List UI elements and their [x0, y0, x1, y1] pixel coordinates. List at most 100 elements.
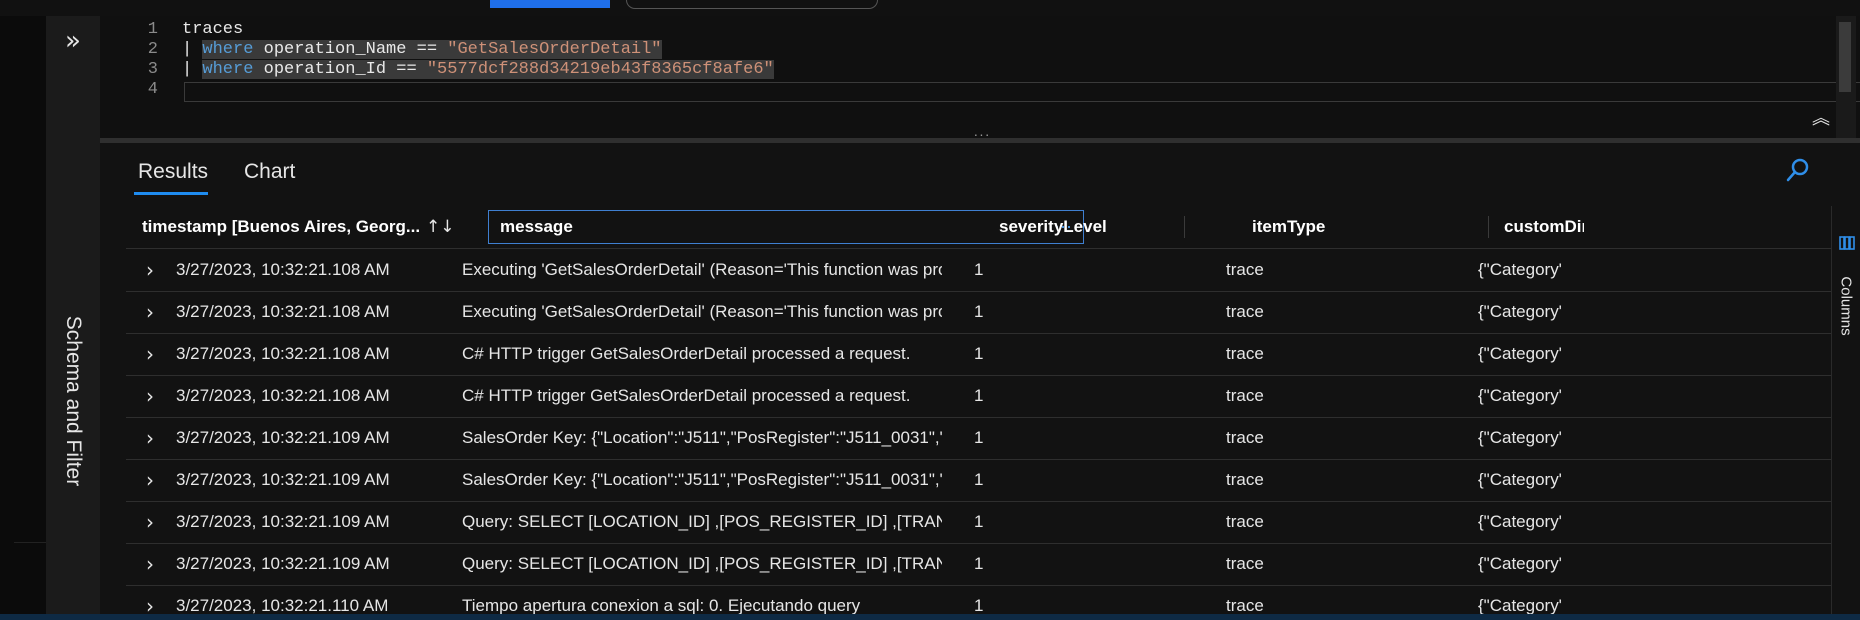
cell-severity[interactable]: 1 — [974, 333, 1094, 375]
code-text[interactable]: | where operation_Id == "5577dcf288d3421… — [182, 60, 774, 80]
expand-row-chevron-icon[interactable]: › — [146, 543, 154, 585]
cell-timestamp[interactable]: 3/27/2023, 10:32:21.109 AM — [176, 501, 436, 543]
cell-message[interactable]: C# HTTP trigger GetSalesOrderDetail proc… — [462, 375, 942, 417]
expand-row-chevron-icon[interactable]: › — [146, 249, 154, 291]
cell-customdimensions[interactable]: {"Category": — [1478, 459, 1562, 501]
cell-itemtype[interactable]: trace — [1226, 543, 1346, 585]
cell-timestamp[interactable]: 3/27/2023, 10:32:21.108 AM — [176, 291, 436, 333]
run-button[interactable] — [490, 0, 610, 8]
cell-itemtype[interactable]: trace — [1226, 291, 1346, 333]
column-header-message[interactable]: message — [500, 206, 800, 248]
cell-timestamp[interactable]: 3/27/2023, 10:32:21.108 AM — [176, 333, 436, 375]
cell-customdimensions[interactable]: {"Category": — [1478, 543, 1562, 585]
identifier-token: | — [182, 60, 203, 79]
expand-row-chevron-icon[interactable]: › — [146, 333, 154, 375]
table-header: timestamp [Buenos Aires, Georg... ↑↓ mes… — [126, 206, 1836, 249]
table-row[interactable]: › 3/27/2023, 10:32:21.109 AM Query: SELECT… — [126, 501, 1836, 544]
cell-severity[interactable]: 1 — [974, 291, 1094, 333]
cell-message[interactable]: SalesOrder Key: {"Location":"J511","PosR… — [462, 459, 942, 501]
code-text[interactable]: | where operation_Name == "GetSalesOrder… — [182, 40, 662, 60]
schema-filter-label[interactable]: Schema and Filter — [61, 316, 85, 486]
columns-panel[interactable]: Columns — [1831, 206, 1860, 620]
cell-severity[interactable]: 1 — [974, 417, 1094, 459]
columns-label[interactable]: Columns — [1838, 276, 1855, 335]
sort-icon[interactable]: ↑↓ — [426, 206, 455, 248]
cell-customdimensions[interactable]: {"Category": — [1478, 417, 1562, 459]
cell-customdimensions[interactable]: {"Category": — [1478, 249, 1562, 291]
cell-severity[interactable]: 1 — [974, 543, 1094, 585]
cell-timestamp[interactable]: 3/27/2023, 10:32:21.108 AM — [176, 375, 436, 417]
expand-row-chevron-icon[interactable]: › — [146, 459, 154, 501]
table-row[interactable]: › 3/27/2023, 10:32:21.109 AM Query: SELECT… — [126, 543, 1836, 586]
cell-itemtype[interactable]: trace — [1226, 417, 1346, 459]
keyword-token: where — [202, 60, 254, 79]
cell-itemtype[interactable]: trace — [1226, 501, 1346, 543]
cell-itemtype[interactable]: trace — [1226, 375, 1346, 417]
table-row[interactable]: › 3/27/2023, 10:32:21.108 AM Executing 'Ge… — [126, 249, 1836, 292]
search-icon[interactable] — [1784, 156, 1812, 184]
cell-timestamp[interactable]: 3/27/2023, 10:32:21.109 AM — [176, 459, 436, 501]
tab-chart[interactable]: Chart — [244, 152, 304, 192]
expand-row-chevron-icon[interactable]: › — [146, 417, 154, 459]
column-header-timestamp[interactable]: timestamp [Buenos Aires, Georg... — [142, 206, 422, 248]
identifier-token: | — [182, 40, 203, 59]
left-strip — [0, 16, 46, 620]
splitter-grip-icon[interactable]: ··· — [970, 127, 994, 141]
string-token: "5577dcf288d34219eb43f8365cf8afe6" — [426, 60, 774, 79]
cell-timestamp[interactable]: 3/27/2023, 10:32:21.108 AM — [176, 249, 436, 291]
cell-itemtype[interactable]: trace — [1226, 249, 1346, 291]
line-number: 2 — [147, 40, 158, 59]
double-chevron-right-icon[interactable]: » — [60, 28, 86, 54]
expand-row-chevron-icon[interactable]: › — [146, 501, 154, 543]
cell-severity[interactable]: 1 — [974, 459, 1094, 501]
column-divider[interactable] — [1488, 216, 1489, 238]
cell-severity[interactable]: 1 — [974, 249, 1094, 291]
table-row[interactable]: › 3/27/2023, 10:32:21.108 AM C# HTTP trigg… — [126, 375, 1836, 418]
bottom-status-strip — [0, 614, 1860, 620]
table-row[interactable]: › 3/27/2023, 10:32:21.108 AM Executing 'Ge… — [126, 291, 1836, 334]
editor-scrollbar-thumb[interactable] — [1839, 22, 1851, 92]
cell-customdimensions[interactable]: {"Category": — [1478, 501, 1562, 543]
cell-message[interactable]: SalesOrder Key: {"Location":"J511","PosR… — [462, 417, 942, 459]
identifier-token: operation_Name == — [253, 40, 448, 59]
column-header-customdimensions[interactable]: customDim — [1504, 206, 1584, 248]
cell-customdimensions[interactable]: {"Category": — [1478, 375, 1562, 417]
cell-itemtype[interactable]: trace — [1226, 459, 1346, 501]
cell-message[interactable]: C# HTTP trigger GetSalesOrderDetail proc… — [462, 333, 942, 375]
cell-timestamp[interactable]: 3/27/2023, 10:32:21.109 AM — [176, 417, 436, 459]
cell-itemtype[interactable]: trace — [1226, 333, 1346, 375]
tab-results[interactable]: Results — [134, 152, 208, 195]
cell-customdimensions[interactable]: {"Category": — [1478, 333, 1562, 375]
line-number: 4 — [147, 80, 158, 99]
schema-filter-panel[interactable]: » Schema and Filter — [46, 16, 101, 620]
cell-severity[interactable]: 1 — [974, 501, 1094, 543]
results-table: timestamp [Buenos Aires, Georg... ↑↓ mes… — [126, 206, 1836, 620]
cell-message[interactable]: Executing 'GetSalesOrderDetail' (Reason=… — [462, 249, 942, 291]
editor-scrollbar[interactable] — [1836, 16, 1856, 138]
table-row[interactable]: › 3/27/2023, 10:32:21.108 AM C# HTTP trigg… — [126, 333, 1836, 376]
columns-icon[interactable] — [1839, 236, 1855, 250]
cell-message[interactable]: Executing 'GetSalesOrderDetail' (Reason=… — [462, 291, 942, 333]
left-strip-divider — [14, 542, 46, 543]
line-number: 3 — [147, 60, 158, 79]
query-editor[interactable]: 1 traces 2 | where operation_Name == "GetSa… — [100, 16, 1860, 138]
column-header-severity[interactable]: severityLevel — [999, 206, 1169, 248]
expand-row-chevron-icon[interactable]: › — [146, 291, 154, 333]
cell-severity[interactable]: 1 — [974, 375, 1094, 417]
cell-message[interactable]: Query: SELECT [LOCATION_ID] ,[POS_REGIST… — [462, 501, 942, 543]
column-divider[interactable] — [1184, 216, 1185, 238]
expand-row-chevron-icon[interactable]: › — [146, 375, 154, 417]
cell-message[interactable]: Query: SELECT [LOCATION_ID] ,[POS_REGIST… — [462, 543, 942, 585]
cell-customdimensions[interactable]: {"Category": — [1478, 291, 1562, 333]
table-row[interactable]: › 3/27/2023, 10:32:21.109 AM SalesOrder Ke… — [126, 417, 1836, 460]
string-token: "GetSalesOrderDetail" — [447, 40, 662, 59]
column-header-itemtype[interactable]: itemType — [1252, 206, 1422, 248]
time-range-picker[interactable] — [626, 0, 878, 9]
code-text[interactable]: traces — [182, 20, 243, 40]
cell-timestamp[interactable]: 3/27/2023, 10:32:21.109 AM — [176, 543, 436, 585]
table-row[interactable]: › 3/27/2023, 10:32:21.109 AM SalesOrder Ke… — [126, 459, 1836, 502]
main-area: 1 traces 2 | where operation_Name == "GetSa… — [100, 16, 1860, 620]
keyword-token: where — [202, 40, 254, 59]
collapse-editor-icon[interactable]: ︽ — [1810, 109, 1832, 129]
identifier-token: operation_Id == — [253, 60, 427, 79]
